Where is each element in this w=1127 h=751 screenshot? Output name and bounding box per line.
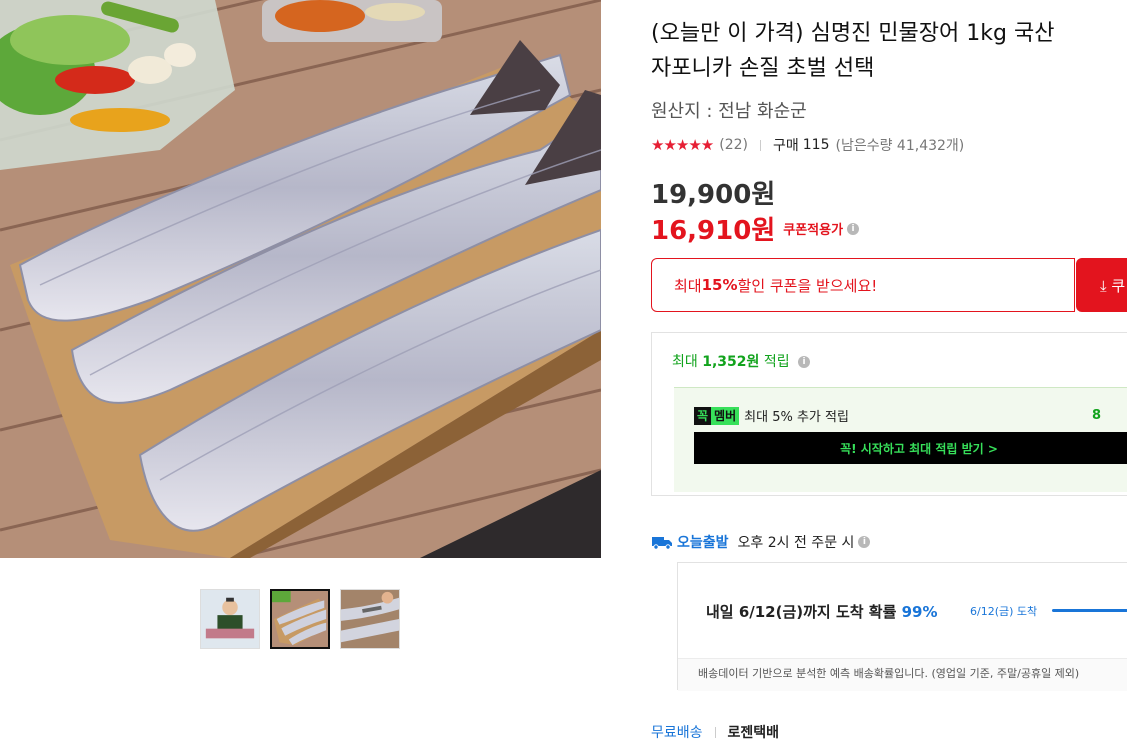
remaining-stock: (남은수량 41,432개) <box>835 138 965 154</box>
original-price: 19,900원 <box>651 180 776 210</box>
rating-row: ★★★★★ (22) 구매 115 (남은수량 41,432개) <box>651 135 964 155</box>
member-badge-b: 멤버 <box>711 406 740 425</box>
thumbnail-1[interactable] <box>200 589 260 649</box>
divider <box>714 726 716 738</box>
thumbnail-2[interactable] <box>270 589 330 649</box>
free-shipping-label: 무료배송 <box>651 725 703 741</box>
member-benefit-amount: 8 <box>1092 408 1102 423</box>
reward-info-icon[interactable]: i <box>798 356 811 368</box>
shipping-info-icon[interactable]: i <box>858 536 871 548</box>
member-row: 꼭 멤버 최대 5% 추가 적립 <box>694 406 849 425</box>
reward-suffix: 적립 <box>759 354 790 370</box>
truck-icon <box>652 537 672 550</box>
member-benefit-box: 꼭 멤버 최대 5% 추가 적립 8 꼭! 시작하고 최대 적립 받기 > <box>674 387 1127 492</box>
coupon-text-prefix: 최대 <box>674 276 702 295</box>
star-rating-icon: ★★★★★ <box>651 136 714 154</box>
delivery-estimate-box: 내일 6/12(금)까지 도착 확률 99% 6/12(금) 도착 배송데이터 … <box>677 562 1127 691</box>
coupon-text-suffix: 할인 쿠폰을 받으세요! <box>737 276 878 295</box>
review-count-link[interactable]: (22) <box>719 137 748 153</box>
delivery-probability-bar <box>1052 609 1127 612</box>
delivery-probability: 99% <box>901 603 938 621</box>
reward-prefix: 최대 <box>672 354 703 370</box>
member-badge-icon: 꼭 멤버 <box>694 406 740 425</box>
coupon-discount-rate: 15% <box>701 276 738 294</box>
product-title-line2: 자포니카 손질 초벌 선택 <box>651 56 875 81</box>
member-badge-a: 꼭 <box>694 406 712 425</box>
product-title: (오늘만 이 가격) 심명진 민물장어 1kg 국산 자포니카 손질 초벌 선택 <box>651 16 1127 86</box>
delivery-date-label: 6/12(금) 도착 <box>970 605 1038 618</box>
member-join-button[interactable]: 꼭! 시작하고 최대 적립 받기 > <box>694 432 1127 464</box>
info-icon[interactable]: i <box>847 222 860 235</box>
coupon-banner[interactable]: 최대 15% 할인 쿠폰을 받으세요! <box>651 258 1075 312</box>
today-ship-desc: 오후 2시 전 주문 시 <box>737 535 855 551</box>
reward-box: 최대 1,352원 적립 i 꼭 멤버 최대 5% 추가 적립 8 꼭! 시작하고… <box>651 332 1127 496</box>
sale-price: 16,910원 <box>651 216 776 246</box>
delivery-note: 배송데이터 기반으로 분석한 예측 배송확률입니다. (영업일 기준, 주말/공… <box>678 658 1127 691</box>
reward-amount: 1,352원 <box>702 354 760 370</box>
product-title-line1: (오늘만 이 가격) 심명진 민물장어 1kg 국산 <box>651 21 1055 46</box>
coupon-price-label: 쿠폰적용가 <box>783 223 844 238</box>
purchase-label: 구매 <box>773 138 799 154</box>
thumbnail-3[interactable] <box>340 589 400 649</box>
shipping-footer: 무료배송 로젠택배 <box>651 722 779 742</box>
delivery-estimate-text: 내일 6/12(금)까지 도착 확률 <box>706 603 902 621</box>
today-ship-label: 오늘출발 <box>677 535 729 551</box>
coupon-download-button[interactable]: ⤓ 쿠 <box>1076 258 1127 312</box>
divider <box>760 139 761 151</box>
reward-line: 최대 1,352원 적립 i <box>672 351 811 371</box>
member-benefit-text: 최대 5% 추가 적립 <box>744 410 849 425</box>
origin-text: 원산지 : 전남 화순군 <box>651 101 807 122</box>
thumbnail-strip <box>200 589 400 649</box>
shipping-header: 오늘출발 오후 2시 전 주문 시 i <box>651 532 871 552</box>
purchase-count: 115 <box>802 137 830 153</box>
delivery-estimate: 내일 6/12(금)까지 도착 확률 99% <box>706 601 938 622</box>
carrier-name: 로젠택배 <box>727 725 780 741</box>
product-main-image <box>0 0 601 558</box>
sale-price-row: 16,910원 쿠폰적용가 i <box>651 210 860 247</box>
